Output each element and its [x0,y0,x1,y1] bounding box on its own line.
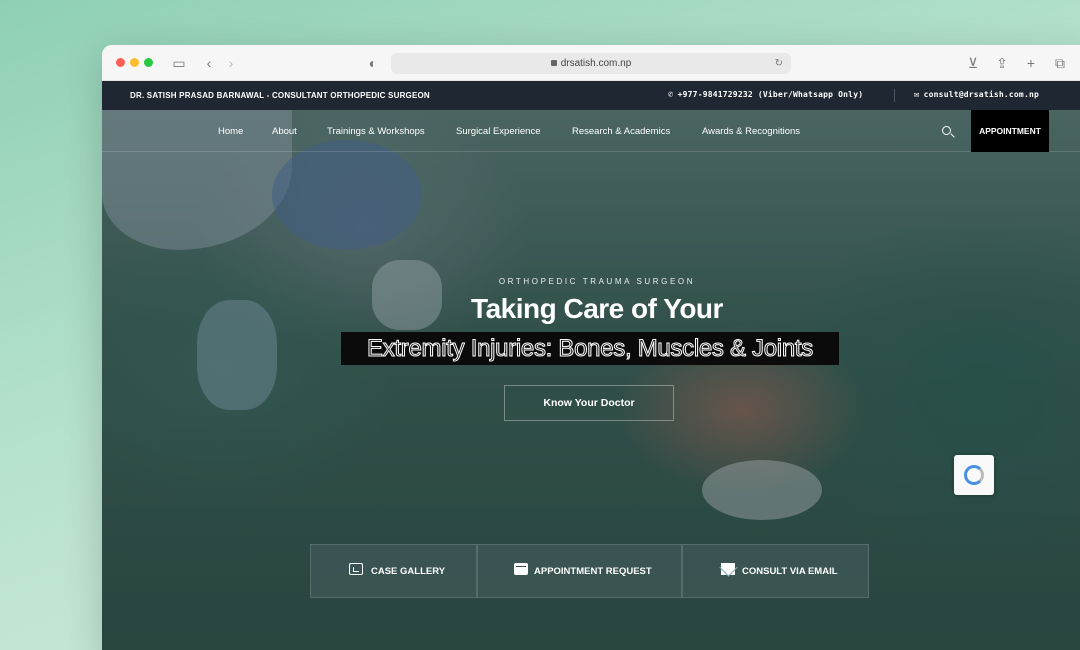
minimize-window-button[interactable] [130,58,139,67]
doctor-title: DR. SATISH PRASAD BARNAWAL - CONSULTANT … [130,91,430,100]
email-link[interactable]: ✉ consult@drsatish.com.np [914,90,1039,100]
website: DR. SATISH PRASAD BARNAWAL - CONSULTANT … [102,81,1080,650]
sidebar-toggle-icon[interactable]: ▭ [170,54,188,72]
phone-icon: ✆ [668,90,674,100]
hero-title: Taking Care of Your [471,293,723,324]
share-icon[interactable]: ⇪ [993,54,1011,72]
browser-toolbar: ▭ ‹ › ◐ drsatish.com.np ↻ ⊻ ⇪ + ⧉ [102,45,1080,81]
close-window-button[interactable] [116,58,125,67]
quick-link-label: APPOINTMENT REQUEST [534,566,652,577]
phone-link[interactable]: ✆ +977-9841729232 (Viber/Whatsapp Only) [668,90,863,100]
browser-window: ▭ ‹ › ◐ drsatish.com.np ↻ ⊻ ⇪ + ⧉ DR. SA… [102,45,1080,650]
phone-text: +977-9841729232 (Viber/Whatsapp Only) [677,90,864,99]
hero-subtitle-box: Extremity Injuries: Bones, Muscles & Joi… [341,332,839,365]
quick-link-label: CASE GALLERY [371,566,446,577]
back-icon[interactable]: ‹ [200,54,218,72]
recaptcha-badge[interactable] [954,455,994,495]
case-gallery-link[interactable]: CASE GALLERY [310,544,477,598]
quick-link-label: CONSULT VIA EMAIL [742,566,838,577]
calendar-icon [514,563,528,575]
recaptcha-icon [964,465,984,485]
reload-icon[interactable]: ↻ [775,53,783,74]
tab-overview-icon[interactable]: ⧉ [1051,54,1069,72]
appointment-request-link[interactable]: APPOINTMENT REQUEST [477,544,682,598]
shield-icon[interactable]: ◐ [364,54,382,72]
url-text: drsatish.com.np [560,58,632,69]
hero-subtitle: Extremity Injuries: Bones, Muscles & Joi… [367,335,814,363]
contact-topbar: DR. SATISH PRASAD BARNAWAL - CONSULTANT … [102,81,1080,110]
download-icon[interactable]: ⊻ [964,54,982,72]
image-icon [349,563,363,575]
envelope-icon [721,563,735,575]
email-text: consult@drsatish.com.np [923,90,1040,99]
know-your-doctor-button[interactable]: Know Your Doctor [504,385,674,421]
new-tab-icon[interactable]: + [1022,54,1040,72]
lock-icon [550,60,557,66]
hero-eyebrow: ORTHOPEDIC TRAUMA SURGEON [498,277,696,286]
forward-icon[interactable]: › [222,54,240,72]
divider [894,89,895,102]
consult-via-email-link[interactable]: CONSULT VIA EMAIL [682,544,869,598]
zoom-window-button[interactable] [144,58,153,67]
address-bar[interactable]: drsatish.com.np ↻ [391,53,791,74]
hero-section: Home About Trainings & Workshops Surgica… [102,110,1080,650]
hero-content: ORTHOPEDIC TRAUMA SURGEON Taking Care of… [102,110,1080,650]
envelope-icon: ✉ [914,90,920,100]
